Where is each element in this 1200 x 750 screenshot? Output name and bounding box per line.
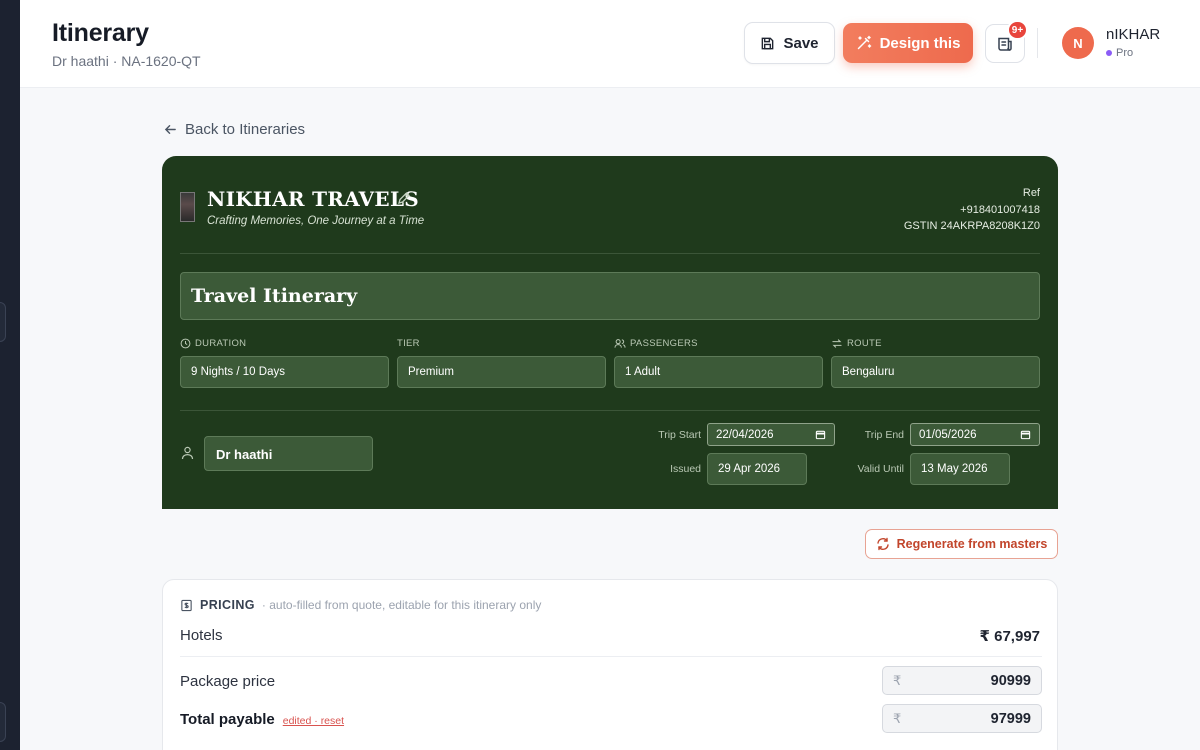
pricing-panel: PRICING · auto-filled from quote, editab… xyxy=(162,579,1058,750)
plan-label: Pro xyxy=(1116,47,1134,59)
total-payable-row: Total payable edited · reset xyxy=(180,711,344,728)
trip-start-label: Trip Start xyxy=(658,429,701,441)
valid-until-label: Valid Until xyxy=(857,463,905,475)
trip-end-value: 01/05/2026 xyxy=(919,428,977,441)
divider xyxy=(180,253,1040,254)
pricing-note: · auto-filled from quote, editable for t… xyxy=(261,598,542,612)
itinerary-title-input[interactable]: Travel Itinerary xyxy=(180,272,1040,320)
passengers-field[interactable]: 1 Adult xyxy=(614,356,823,388)
design-this-button[interactable]: Design this xyxy=(843,23,973,63)
tier-field[interactable]: Premium xyxy=(397,356,606,388)
total-payable-label: Total payable xyxy=(180,711,275,728)
back-label: Back to Itineraries xyxy=(185,121,306,138)
company-name[interactable]: NIKHAR TRAVELS xyxy=(207,187,419,211)
duration-label: Duration xyxy=(180,338,246,349)
issued-date-field[interactable]: 29 Apr 2026 xyxy=(707,453,807,485)
design-label: Design this xyxy=(879,34,961,52)
receipt-icon xyxy=(181,599,192,611)
rail-tab[interactable] xyxy=(0,702,6,742)
person-icon xyxy=(181,446,194,460)
save-label: Save xyxy=(783,34,819,52)
clock-icon xyxy=(180,338,191,349)
package-price-value: 90999 xyxy=(990,672,1031,689)
company-phone: +918401007418 xyxy=(960,203,1040,216)
currency-symbol: ₹ xyxy=(893,672,902,688)
save-button[interactable]: Save xyxy=(744,22,835,64)
refresh-icon xyxy=(876,537,889,551)
regenerate-button[interactable]: Regenerate from masters xyxy=(865,529,1058,559)
divider xyxy=(180,410,1040,411)
arrow-left-icon xyxy=(164,125,176,134)
calendar-icon xyxy=(815,430,826,440)
ref-label: Ref xyxy=(1022,187,1040,199)
rail-tab[interactable] xyxy=(0,302,6,342)
passengers-label: Passengers xyxy=(614,338,698,349)
total-payable-value: 97999 xyxy=(990,710,1031,727)
pricing-header: PRICING · auto-filled from quote, editab… xyxy=(180,598,541,612)
notification-badge: 9+ xyxy=(1007,20,1028,40)
tier-label: Tier xyxy=(397,338,420,349)
package-price-label: Package price xyxy=(180,673,276,690)
back-to-itineraries-link[interactable]: Back to Itineraries xyxy=(164,121,305,138)
itinerary-card: NIKHAR TRAVELS Crafting Memories, One Jo… xyxy=(162,156,1058,509)
valid-until-field[interactable]: 13 May 2026 xyxy=(910,453,1010,485)
left-rail xyxy=(0,0,20,750)
route-label: Route xyxy=(831,338,882,349)
trip-end-label: Trip End xyxy=(864,429,904,441)
save-icon xyxy=(762,37,774,49)
reset-link[interactable]: edited · reset xyxy=(283,715,344,727)
company-gstin: GSTIN 24AKRPA8208K1Z0 xyxy=(903,220,1040,232)
currency-symbol: ₹ xyxy=(893,710,902,726)
company-tagline: Crafting Memories, One Journey at a Time xyxy=(207,215,425,227)
avatar[interactable]: N xyxy=(1062,27,1094,59)
page-title: Itinerary xyxy=(52,19,149,47)
pencil-icon[interactable] xyxy=(397,191,411,205)
duration-field[interactable]: 9 Nights / 10 Days xyxy=(180,356,389,388)
user-plan: Pro xyxy=(1106,47,1133,59)
calendar-icon xyxy=(1020,430,1031,440)
users-icon xyxy=(614,339,626,348)
divider xyxy=(180,656,1042,657)
top-bar: Itinerary Dr haathi · NA-1620-QT Save De… xyxy=(20,0,1200,88)
hotels-label: Hotels xyxy=(180,627,223,644)
total-payable-input[interactable]: ₹ 97999 xyxy=(882,704,1042,733)
reference-block: Ref +918401007418 GSTIN 24AKRPA8208K1Z0 xyxy=(904,185,1040,235)
page-subtitle: Dr haathi · NA-1620-QT xyxy=(52,53,201,69)
client-name-input[interactable]: Dr haathi xyxy=(204,436,373,471)
trip-end-input[interactable]: 01/05/2026 xyxy=(910,423,1040,446)
trip-start-input[interactable]: 22/04/2026 xyxy=(707,423,835,446)
magic-wand-icon xyxy=(857,35,871,50)
route-field[interactable]: Bengaluru xyxy=(831,356,1040,388)
plan-dot-icon xyxy=(1106,50,1112,56)
route-icon xyxy=(832,339,842,348)
pricing-title: PRICING xyxy=(200,598,255,612)
trip-start-value: 22/04/2026 xyxy=(716,428,774,441)
issued-label: Issued xyxy=(670,463,701,475)
user-name[interactable]: nIKHAR xyxy=(1106,26,1160,43)
divider xyxy=(1037,28,1038,58)
regenerate-label: Regenerate from masters xyxy=(896,537,1048,551)
package-price-input[interactable]: ₹ 90999 xyxy=(882,666,1042,695)
company-logo xyxy=(180,192,195,222)
hotels-value: ₹ 67,997 xyxy=(979,628,1040,645)
